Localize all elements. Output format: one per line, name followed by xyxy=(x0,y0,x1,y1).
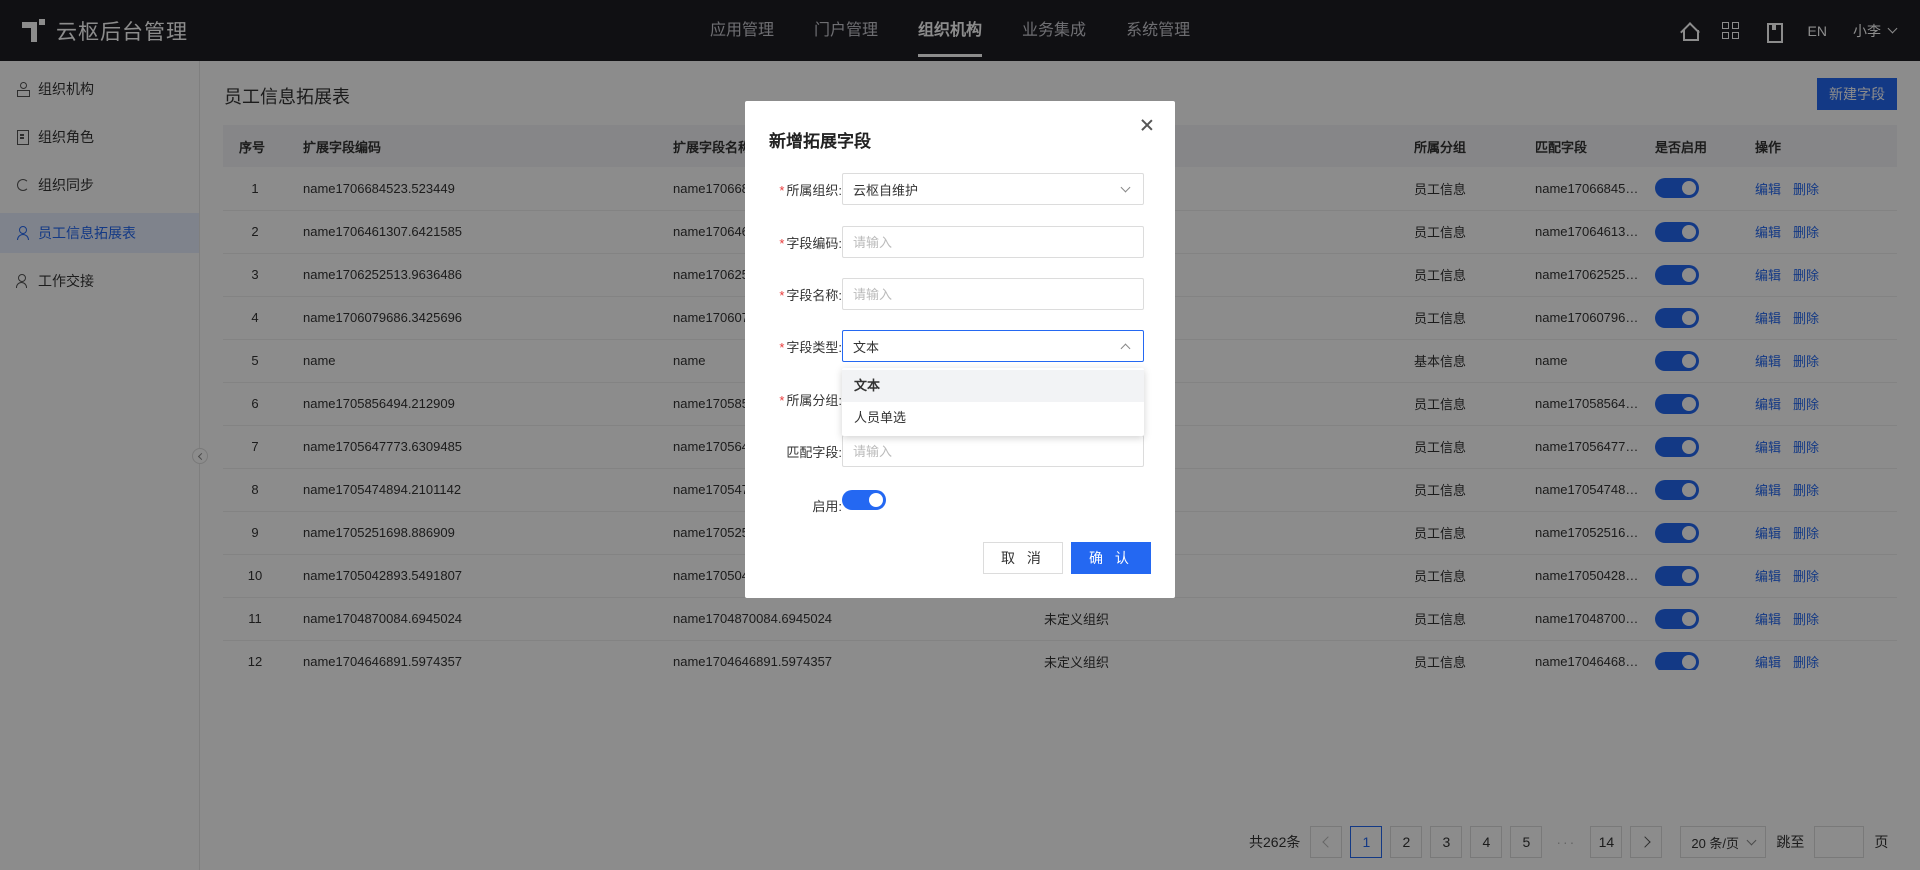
name-label: * 字段名称: xyxy=(779,288,842,303)
field-type-select[interactable]: 文本 xyxy=(842,330,1144,362)
org-label: * 所属组织: xyxy=(779,183,842,198)
required-mark: * xyxy=(779,393,785,408)
form-row-name: * 字段名称: xyxy=(745,278,1175,310)
code-label: * 字段编码: xyxy=(779,236,842,251)
type-label: * 字段类型: xyxy=(779,340,842,355)
org-select[interactable]: 云枢自维护 xyxy=(842,173,1144,205)
form-row-org: * 所属组织: 云枢自维护 xyxy=(745,173,1175,205)
enabled-label: 启用: xyxy=(812,499,842,514)
org-select-value: 云枢自维护 xyxy=(853,182,919,198)
required-mark: * xyxy=(779,183,785,198)
dropdown-option-text[interactable]: 文本 xyxy=(842,370,1144,402)
form-row-code: * 字段编码: xyxy=(745,226,1175,258)
cancel-button[interactable]: 取 消 xyxy=(983,542,1063,574)
close-icon[interactable] xyxy=(1139,117,1155,133)
field-code-input[interactable] xyxy=(842,226,1144,258)
required-mark: * xyxy=(779,236,785,251)
form-row-match: 匹配字段: xyxy=(745,435,1175,467)
field-type-dropdown: 文本 人员单选 xyxy=(842,368,1144,436)
field-name-input[interactable] xyxy=(842,278,1144,310)
form-row-type: * 字段类型: 文本 xyxy=(745,330,1175,362)
required-mark: * xyxy=(779,288,785,303)
add-field-dialog: 新增拓展字段 *所属组织: 云枢自维护 *字段编码: *字段名称: *字段类型:… xyxy=(745,101,1175,598)
chevron-down-icon xyxy=(1120,182,1131,193)
dialog-title: 新增拓展字段 xyxy=(769,132,871,151)
confirm-button[interactable]: 确 认 xyxy=(1071,542,1151,574)
group-label: * 所属分组: xyxy=(779,393,842,408)
form-row-enabled: 启用: xyxy=(745,485,1175,517)
match-label: 匹配字段: xyxy=(786,445,842,460)
enabled-switch[interactable] xyxy=(842,490,886,510)
chevron-up-icon xyxy=(1120,343,1131,354)
dropdown-option-person-single[interactable]: 人员单选 xyxy=(842,402,1144,434)
match-field-input[interactable] xyxy=(842,435,1144,467)
field-type-value: 文本 xyxy=(853,339,880,355)
required-mark: * xyxy=(779,340,785,355)
